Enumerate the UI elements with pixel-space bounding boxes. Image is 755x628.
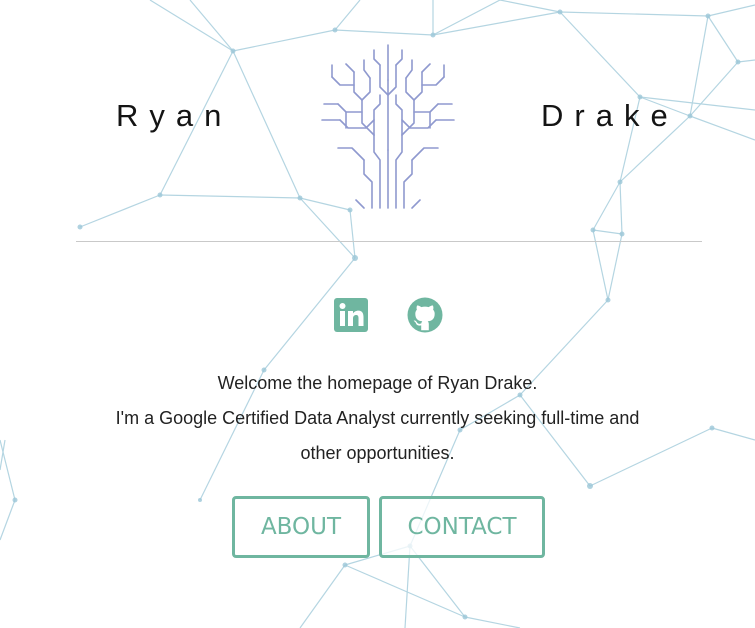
contact-button[interactable]: CONTACT [379,496,545,558]
linkedin-link[interactable] [333,297,369,333]
home-page: Ryan Drake Welcome the homepage of Ryan … [0,0,755,628]
intro-line-2: I'm a Google Certified Data Analyst curr… [115,408,640,428]
intro-line-1: Welcome the homepage of Ryan Drake. [217,373,538,393]
circuit-tree-logo [321,44,455,209]
github-link[interactable] [407,297,443,333]
linkedin-icon [334,298,368,332]
about-button[interactable]: ABOUT [232,496,370,558]
github-icon [407,297,443,333]
name-last: Drake [541,98,679,133]
intro-line-3: other opportunities. [300,443,455,463]
name-first: Ryan [116,98,233,133]
header-divider [76,241,702,242]
